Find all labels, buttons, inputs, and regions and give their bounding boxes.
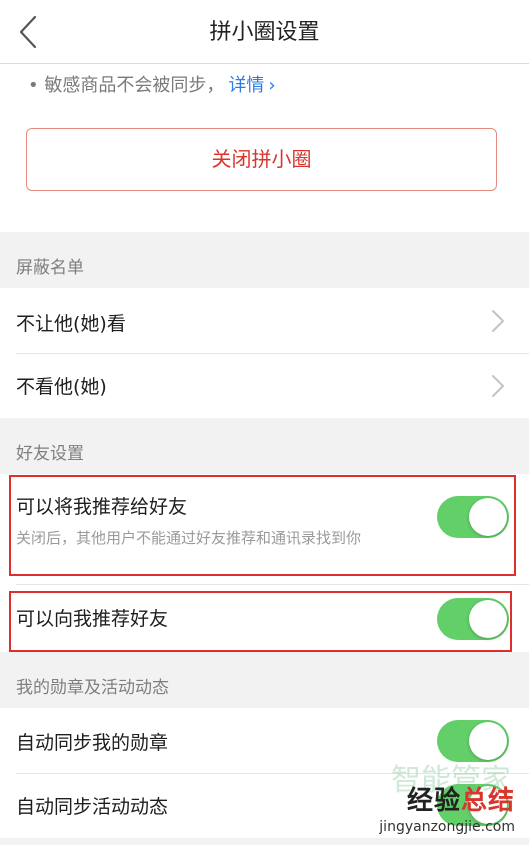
- toggle-knob: [469, 600, 507, 638]
- row-label: 可以向我推荐好友: [16, 608, 169, 630]
- recommend-friends-toggle[interactable]: [437, 598, 509, 640]
- sync-info-card: • 敏感商品不会被同步， 详情 › 关闭拼小圈: [0, 64, 529, 232]
- sensitive-note-text: 敏感商品不会被同步，: [44, 75, 225, 96]
- watermark-logo-text: 经验总结: [406, 786, 515, 816]
- sensitive-goods-note: • 敏感商品不会被同步， 详情 ›: [28, 68, 276, 104]
- watermark-url: jingyanzongjie.com: [379, 819, 515, 835]
- navigation-bar: 拼小圈设置: [0, 0, 529, 64]
- section-header-friend-settings: 好友设置: [0, 418, 529, 474]
- watermark: 经验总结 jingyanzongjie.com: [379, 780, 515, 835]
- row-hide-their-posts[interactable]: [0, 354, 529, 418]
- page-title: 拼小圈设置: [209, 20, 320, 45]
- section-header-medals: 我的勋章及活动动态: [0, 652, 529, 708]
- row-label: 自动同步活动动态: [16, 796, 169, 818]
- row-label: 可以将我推荐给好友: [16, 496, 188, 518]
- row-hide-from-them[interactable]: [0, 288, 529, 353]
- chevron-right-icon: ›: [268, 75, 276, 96]
- details-link[interactable]: 详情 ›: [228, 75, 275, 96]
- block-list-group: 不让他(她)看 不看他(她): [0, 288, 529, 418]
- section-header-block-list: 屏蔽名单: [0, 232, 529, 288]
- recommend-me-toggle[interactable]: [437, 496, 509, 538]
- row-label: 自动同步我的勋章: [16, 732, 169, 754]
- toggle-knob: [469, 498, 507, 536]
- bullet: •: [28, 75, 39, 96]
- row-description: 关闭后，其他用户不能通过好友推荐和通讯录找到你: [16, 529, 362, 547]
- close-circle-button[interactable]: 关闭拼小圈: [26, 128, 497, 191]
- divider: [16, 584, 529, 585]
- friend-settings-group: 可以将我推荐给好友 关闭后，其他用户不能通过好友推荐和通讯录找到你 可以向我推荐…: [0, 474, 529, 652]
